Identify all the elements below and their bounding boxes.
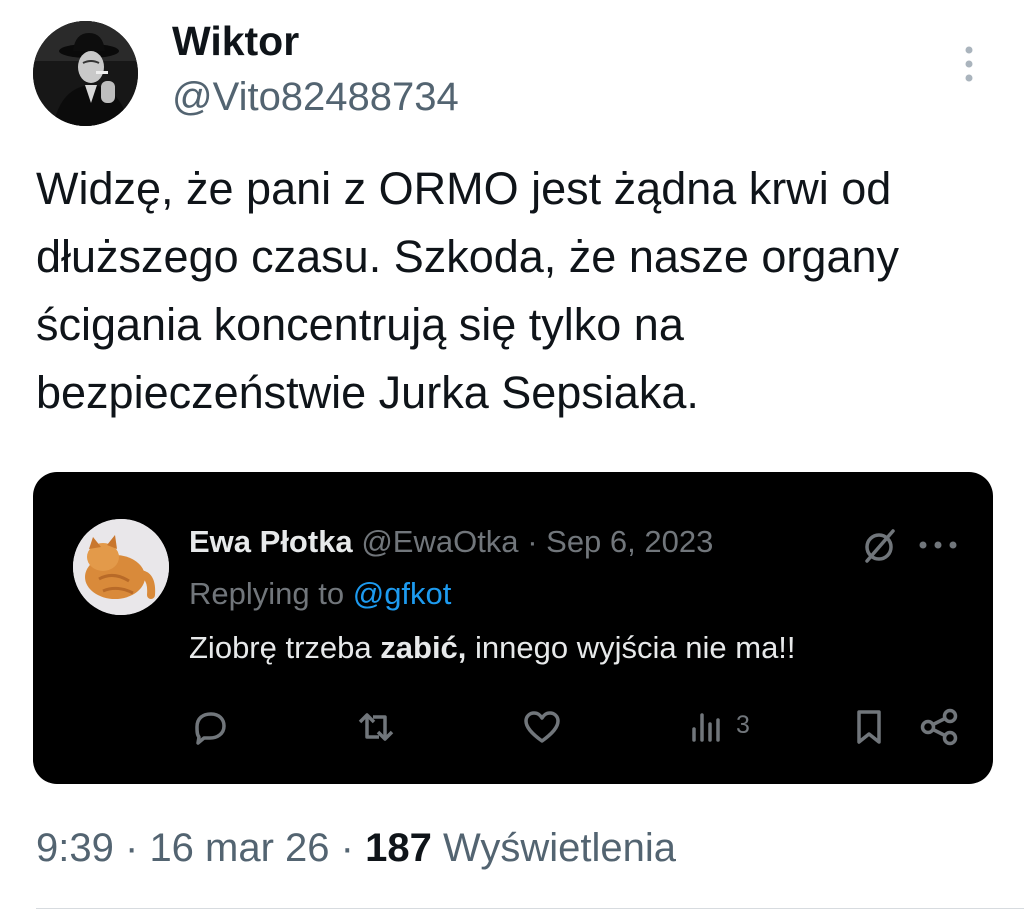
slashed-circle-icon[interactable] [859, 526, 899, 566]
replying-handle-link[interactable]: @gfkot [353, 576, 452, 611]
views-count: 3 [736, 711, 750, 739]
more-vertical-icon[interactable] [962, 44, 976, 84]
quoted-date[interactable]: Sep 6, 2023 [546, 524, 713, 559]
quoted-tweet-card[interactable]: Ewa Płotka @EwaOtka · Sep 6, 2023 Replyi… [33, 472, 993, 784]
author-avatar[interactable] [33, 21, 138, 126]
tweet-time[interactable]: 9:39 [36, 826, 114, 870]
quoted-author-name[interactable]: Ewa Płotka [189, 524, 353, 559]
bookmark-icon[interactable] [851, 707, 887, 747]
bar-chart-icon[interactable] [688, 707, 724, 747]
views-count: 187 [365, 826, 432, 870]
tweet-text: Widzę, że pani z ORMO jest żądna krwi od… [36, 163, 899, 418]
quoted-text-bold: zabić, [380, 630, 467, 665]
quoted-text-start: Ziobrę trzeba [189, 630, 372, 665]
tweet-meta: 9:39 · 16 mar 26 · 187 Wyświetlenia [36, 826, 676, 871]
quoted-text: Ziobrę trzeba zabić, innego wyjścia nie … [189, 630, 796, 666]
quoted-author-handle[interactable]: @EwaOtka [361, 524, 518, 559]
quoted-avatar-image [73, 519, 169, 615]
tweet-date[interactable]: 16 mar 26 [149, 826, 329, 870]
replying-prefix: Replying to [189, 576, 345, 611]
more-horizontal-icon[interactable] [918, 540, 958, 550]
quoted-action-bar: 3 [33, 702, 993, 752]
share-icon[interactable] [917, 707, 961, 747]
views-label: Wyświetlenia [443, 826, 677, 870]
quoted-text-end: innego wyjścia nie ma!! [475, 630, 796, 665]
quoted-author-avatar[interactable] [73, 519, 169, 615]
meta-separator: · [124, 826, 139, 870]
quoted-replying-to: Replying to @gfkot [189, 576, 451, 612]
quoted-header: Ewa Płotka @EwaOtka · Sep 6, 2023 [189, 524, 713, 560]
quoted-separator: · [527, 524, 538, 559]
author-avatar-image [33, 21, 138, 126]
retweet-icon[interactable] [355, 707, 397, 747]
author-handle[interactable]: @Vito82488734 [172, 75, 459, 120]
meta-separator: · [340, 826, 354, 870]
author-name[interactable]: Wiktor [172, 18, 299, 65]
heart-icon[interactable] [521, 707, 563, 747]
reply-icon[interactable] [188, 707, 230, 747]
divider [36, 908, 1024, 909]
